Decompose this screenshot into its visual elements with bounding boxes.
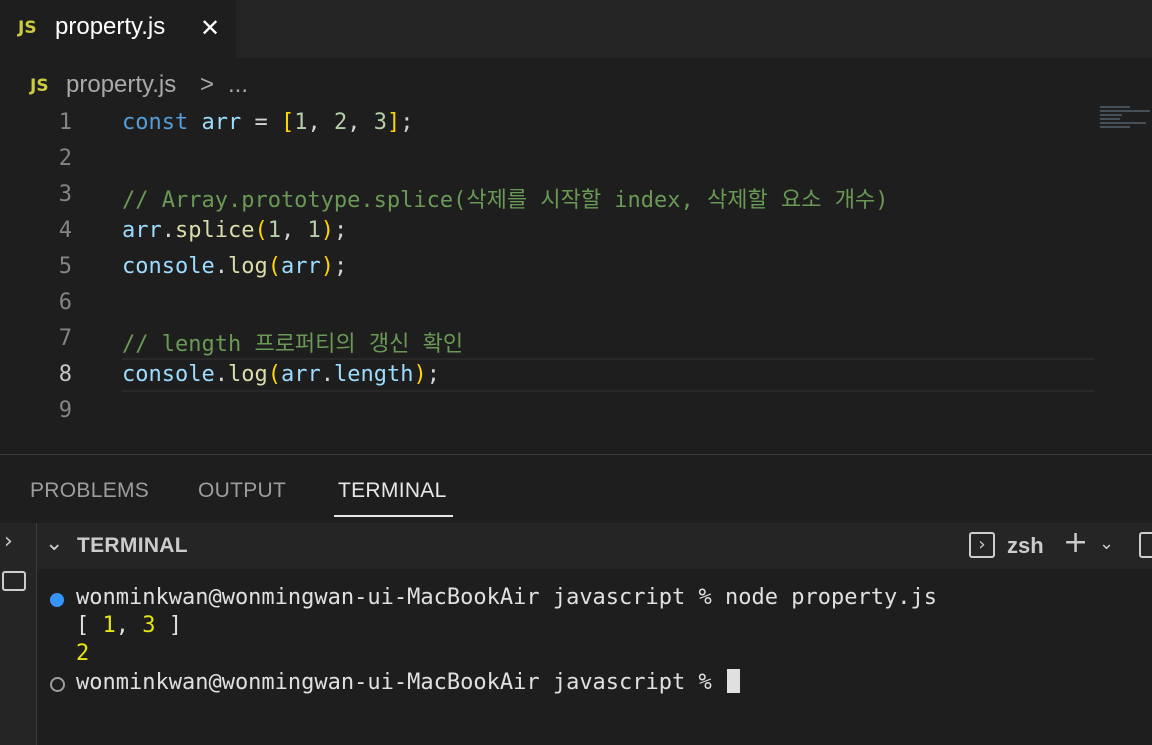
code-line[interactable]: 7 // length 프로퍼티의 갱신 확인 (0, 322, 1152, 358)
terminal-command-line: wonminkwan@wonmingwan-ui-MacBookAir java… (76, 585, 937, 610)
tab-problems[interactable]: PROBLEMS (30, 479, 149, 503)
command-pending-icon (50, 677, 65, 692)
tab-property-js[interactable]: JS property.js ✕ (0, 0, 236, 58)
breadcrumb-file[interactable]: property.js (66, 71, 176, 99)
new-terminal-plus-icon[interactable]: + (1063, 525, 1088, 560)
code-line-active[interactable]: 8 console.log(arr.length); (0, 358, 1152, 394)
code-line[interactable]: 3 // Array.prototype.splice(삭제를 시작할 inde… (0, 178, 1152, 214)
terminal-cursor (727, 669, 741, 693)
chevron-down-icon[interactable]: ⌄ (1099, 533, 1114, 554)
code-comment: // length 프로퍼티의 갱신 확인 (122, 332, 464, 357)
terminal-icon[interactable] (2, 571, 26, 591)
tab-terminal[interactable]: TERMINAL (338, 479, 447, 503)
code-line[interactable]: 2 (0, 142, 1152, 178)
line-number: 7 (58, 326, 72, 351)
chevron-right-icon[interactable]: › (4, 529, 13, 554)
code-line[interactable]: 6 (0, 286, 1152, 322)
terminal-prompt[interactable]: wonminkwan@wonmingwan-ui-MacBookAir java… (76, 669, 741, 695)
line-number: 5 (58, 254, 72, 279)
terminal-output-array: [ 1, 3 ] (76, 613, 182, 638)
line-number: 8 (58, 362, 72, 387)
javascript-file-icon: JS (18, 18, 37, 38)
line-number: 2 (58, 146, 72, 171)
chevron-right-icon: > (200, 71, 215, 98)
line-number: 4 (58, 218, 72, 243)
command-success-icon[interactable] (50, 593, 64, 607)
active-tab-indicator (334, 515, 453, 517)
terminal-header: ⌄ TERMINAL › zsh + ⌄ (37, 523, 1152, 569)
line-number: 3 (58, 182, 72, 207)
editor-tab-bar: JS property.js ✕ (0, 0, 1152, 58)
shell-name[interactable]: zsh (1007, 533, 1044, 559)
tab-output[interactable]: OUTPUT (198, 479, 286, 503)
code-line[interactable]: 5 console.log(arr); (0, 250, 1152, 286)
line-number: 1 (58, 110, 72, 135)
code-text: console.log(arr.length); (122, 362, 440, 387)
terminal-shell-icon[interactable]: › (969, 532, 995, 558)
code-line[interactable]: 4 arr.splice(1, 1); (0, 214, 1152, 250)
bottom-panel: PROBLEMS OUTPUT TERMINAL › ⌄ TERMINAL › … (0, 454, 1152, 745)
javascript-file-icon: JS (30, 76, 49, 96)
code-comment: // Array.prototype.splice(삭제를 시작할 index,… (122, 188, 889, 213)
code-text: arr.splice(1, 1); (122, 218, 348, 243)
terminal-side-rail: › (0, 523, 37, 745)
minimap[interactable] (1100, 106, 1150, 138)
tab-label: property.js (55, 13, 166, 40)
line-number: 9 (58, 398, 72, 423)
code-text: console.log(arr); (122, 254, 348, 279)
chevron-down-icon[interactable]: ⌄ (45, 531, 63, 556)
terminal-output-length: 2 (76, 641, 90, 666)
code-editor[interactable]: 1 const arr = [1, 2, 3]; 2 3 // Array.pr… (0, 106, 1152, 446)
split-terminal-icon[interactable] (1139, 532, 1152, 558)
line-number: 6 (58, 290, 72, 315)
code-line[interactable]: 9 (0, 394, 1152, 430)
code-text: const arr = [1, 2, 3]; (122, 110, 414, 135)
close-icon[interactable]: ✕ (200, 14, 220, 42)
terminal-section-title[interactable]: TERMINAL (77, 534, 188, 558)
code-line[interactable]: 1 const arr = [1, 2, 3]; (0, 106, 1152, 142)
breadcrumb-symbols[interactable]: ... (228, 71, 248, 99)
